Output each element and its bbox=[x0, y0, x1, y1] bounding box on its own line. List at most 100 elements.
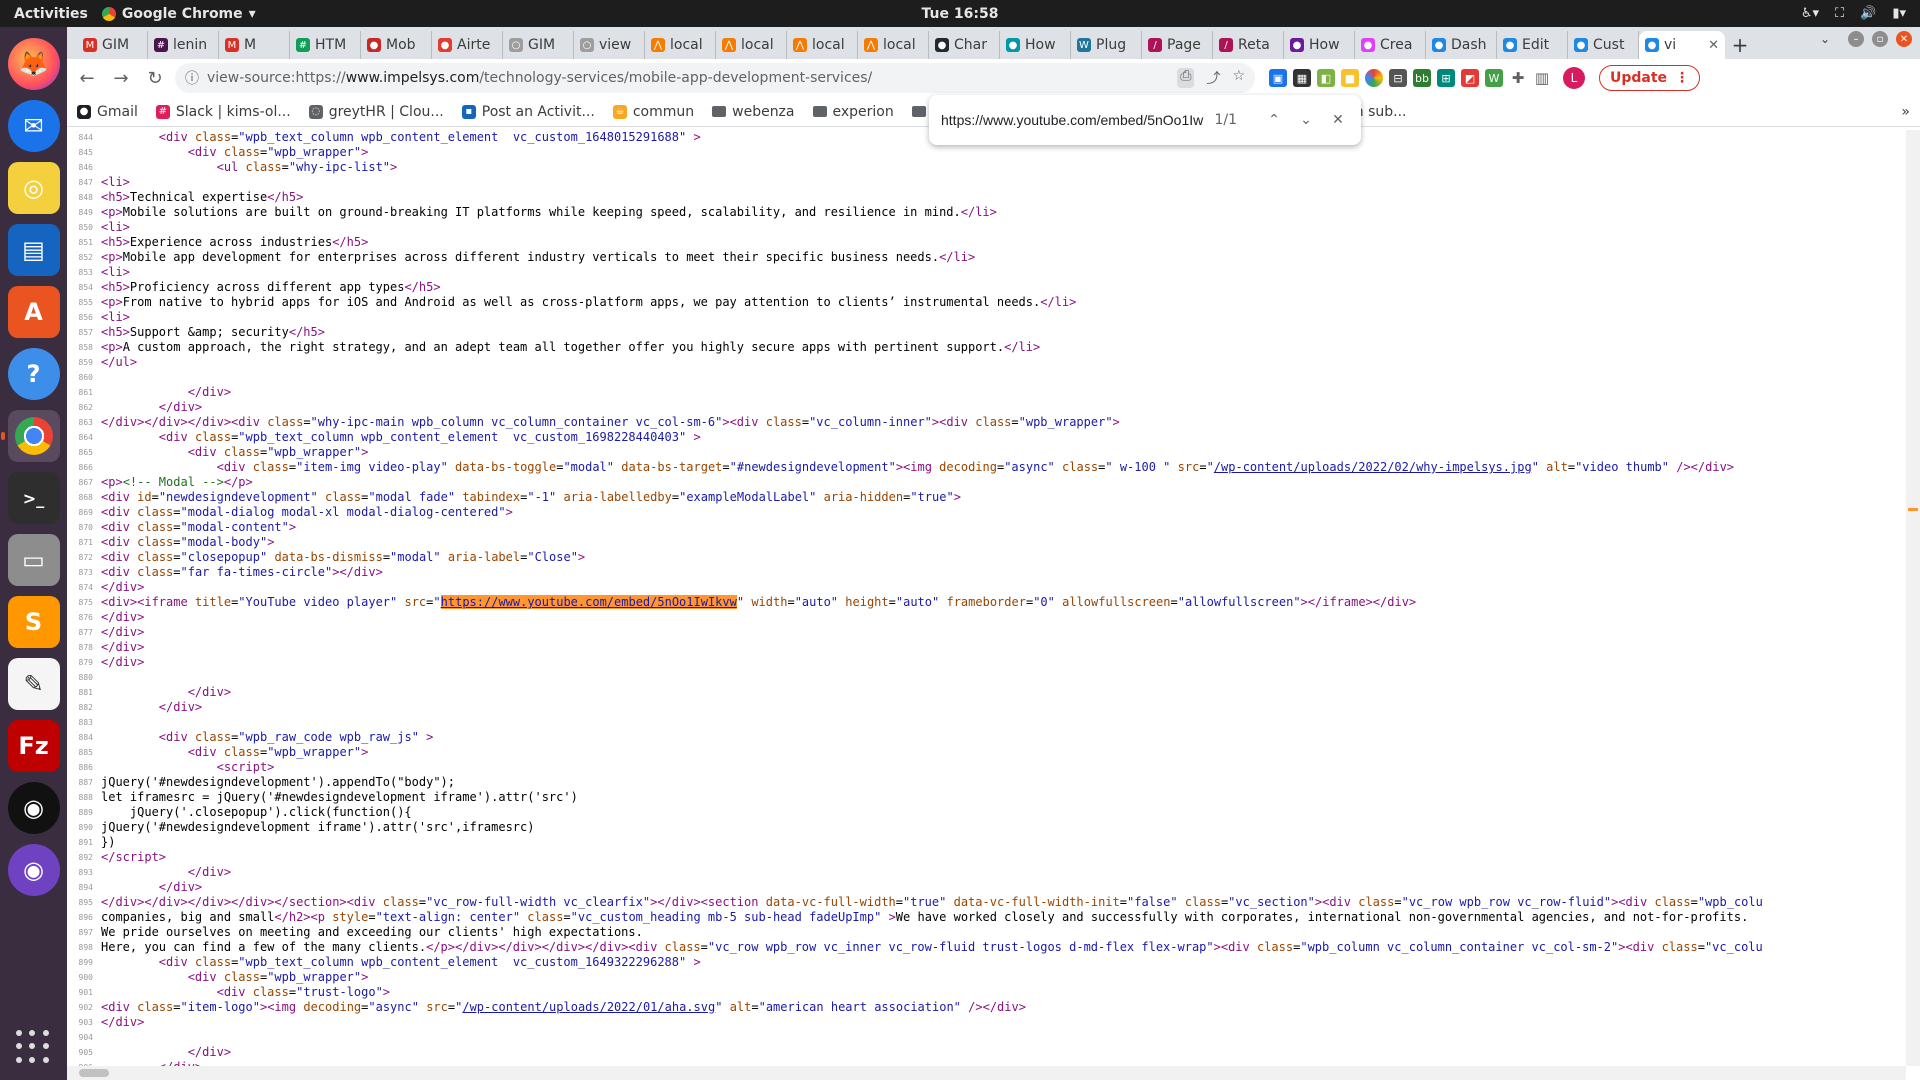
horizontal-scrollbar[interactable] bbox=[67, 1066, 1906, 1080]
tab[interactable]: ● How bbox=[1000, 31, 1071, 59]
tab[interactable]: ● Cust bbox=[1568, 31, 1639, 59]
bookmark-item[interactable]: ◌ greytHR | Clou... bbox=[308, 104, 444, 120]
bookmark-item[interactable]: webenza bbox=[712, 104, 795, 120]
extension-icon-6[interactable]: ⊟ bbox=[1389, 69, 1407, 87]
system-tray[interactable]: ♿▾ ⛶ 🔊 ▮▾ bbox=[1801, 6, 1906, 21]
extension-icon-4[interactable]: ■ bbox=[1341, 69, 1359, 87]
tab[interactable]: ● Mob bbox=[361, 31, 432, 59]
tab[interactable]: W Plug bbox=[1071, 31, 1142, 59]
extension-icon-5[interactable] bbox=[1365, 69, 1383, 87]
tab-close-icon[interactable]: ✕ bbox=[1708, 38, 1719, 53]
find-previous-button[interactable]: ⌃ bbox=[1263, 109, 1285, 131]
bookmark-item[interactable]: experion bbox=[812, 104, 894, 120]
forward-button[interactable]: → bbox=[107, 64, 135, 92]
back-button[interactable]: ← bbox=[73, 64, 101, 92]
show-applications-icon[interactable] bbox=[10, 1024, 56, 1070]
sublime-text-icon[interactable]: S bbox=[7, 596, 60, 648]
network-icon[interactable]: ⛶ bbox=[1835, 6, 1844, 21]
bookmark-item[interactable]: # Slack | kims-ol... bbox=[155, 104, 291, 120]
tab[interactable]: ● Airte bbox=[432, 31, 503, 59]
address-url[interactable]: view-source:https://www.impelsys.com/tec… bbox=[207, 70, 1169, 86]
find-input[interactable] bbox=[941, 112, 1205, 128]
tab[interactable]: ● Char bbox=[929, 31, 1000, 59]
bookmark-item[interactable]: ● Gmail bbox=[77, 104, 138, 120]
source-line: 879 </div> bbox=[67, 655, 1920, 670]
minimize-icon[interactable]: – bbox=[1848, 31, 1864, 47]
tab-active[interactable]: ● vi ✕ bbox=[1639, 31, 1725, 59]
tab[interactable]: ● Edit bbox=[1497, 31, 1568, 59]
line-number: 862 bbox=[78, 403, 93, 412]
extension-icon-3[interactable]: ◧ bbox=[1317, 69, 1335, 87]
tab[interactable]: ⋀ local bbox=[787, 31, 858, 59]
writer-icon[interactable]: ▤ bbox=[7, 224, 60, 276]
tab[interactable]: ⋀ local bbox=[716, 31, 787, 59]
tab[interactable]: / Page bbox=[1142, 31, 1213, 59]
extension-icon-8[interactable]: ⊞ bbox=[1437, 69, 1455, 87]
bookmark-item[interactable]: ▪ Post an Activit... bbox=[461, 104, 595, 120]
tab[interactable]: ● Dash bbox=[1426, 31, 1497, 59]
tab[interactable]: # HTM bbox=[290, 31, 361, 59]
bookmark-star-icon[interactable]: ☆ bbox=[1232, 68, 1245, 88]
battery-icon[interactable]: ▮▾ bbox=[1892, 6, 1906, 21]
github-desktop-icon[interactable]: ◉ bbox=[7, 844, 60, 896]
rhythmbox-icon[interactable]: ◎ bbox=[7, 162, 60, 214]
tab[interactable]: ⋀ local bbox=[645, 31, 716, 59]
line-code: <div class="trust-logo"> bbox=[216, 985, 391, 999]
vertical-scrollbar[interactable] bbox=[1906, 130, 1920, 1066]
help-icon[interactable]: ? bbox=[7, 348, 60, 400]
activities-button[interactable]: Activities bbox=[0, 6, 102, 22]
clock[interactable]: Tue 16:58 bbox=[922, 6, 999, 22]
app-menu[interactable]: Google Chrome ▾ bbox=[101, 6, 256, 22]
find-close-button[interactable]: ✕ bbox=[1327, 109, 1349, 131]
bookmarks-more-icon[interactable]: » bbox=[1901, 104, 1910, 120]
tab[interactable]: / Reta bbox=[1213, 31, 1284, 59]
site-info-icon[interactable]: ⓘ bbox=[185, 68, 199, 88]
reload-button[interactable]: ↻ bbox=[141, 64, 169, 92]
source-line: 851 <h5>Experience across industries</h5> bbox=[67, 235, 1920, 250]
line-code: </div> bbox=[158, 700, 203, 714]
line-number: 885 bbox=[78, 748, 93, 757]
close-window-icon[interactable]: ✕ bbox=[1896, 31, 1912, 47]
find-in-page-icon[interactable]: ⎙ bbox=[1177, 68, 1195, 88]
tab[interactable]: MM bbox=[219, 31, 290, 59]
update-button[interactable]: Update ⋮ bbox=[1599, 65, 1701, 91]
filezilla-icon[interactable]: Fz bbox=[7, 720, 60, 772]
profile-avatar[interactable]: L bbox=[1563, 67, 1585, 89]
tab[interactable]: ● How bbox=[1284, 31, 1355, 59]
tab-label: vi bbox=[1664, 37, 1677, 53]
chrome-dock-icon[interactable] bbox=[0, 410, 60, 462]
tab[interactable]: M GIM bbox=[77, 31, 148, 59]
extensions-puzzle-icon[interactable]: ✚ bbox=[1509, 69, 1527, 87]
source-line: 898 Here, you can find a few of the many … bbox=[67, 940, 1920, 955]
tab[interactable]: ○ view bbox=[574, 31, 645, 59]
thunderbird-icon[interactable]: ✉ bbox=[7, 100, 60, 152]
maximize-icon[interactable]: ▫ bbox=[1872, 31, 1888, 47]
software-center-icon[interactable]: A bbox=[7, 286, 60, 338]
extension-icon-7[interactable]: bb bbox=[1413, 69, 1431, 87]
share-icon[interactable]: ⤴ bbox=[1206, 68, 1220, 88]
extension-icon-10[interactable]: W bbox=[1485, 69, 1503, 87]
tab[interactable]: ⋀ local bbox=[858, 31, 929, 59]
files-icon[interactable]: ▭ bbox=[7, 534, 60, 586]
text-editor-icon[interactable]: ✎ bbox=[7, 658, 60, 710]
scrollbar-thumb[interactable] bbox=[79, 1069, 109, 1077]
find-next-button[interactable]: ⌄ bbox=[1295, 109, 1317, 131]
line-code: <p><!-- Modal --></p> bbox=[101, 475, 253, 489]
github-icon[interactable]: ◉ bbox=[7, 782, 60, 834]
extension-icon-9[interactable]: ◩ bbox=[1461, 69, 1479, 87]
extension-icon-1[interactable]: ▣ bbox=[1269, 69, 1287, 87]
side-panel-icon[interactable]: ▥ bbox=[1533, 69, 1551, 87]
extension-icon-2[interactable]: ▦ bbox=[1293, 69, 1311, 87]
accessibility-icon[interactable]: ♿▾ bbox=[1801, 6, 1819, 21]
tab-search-icon[interactable]: ⌄ bbox=[1820, 32, 1830, 46]
firefox-icon[interactable]: 🦊 bbox=[7, 38, 60, 90]
view-source-content[interactable]: 844 <div class="wpb_text_column wpb_cont… bbox=[67, 130, 1920, 1066]
address-bar[interactable]: ⓘ view-source:https://www.impelsys.com/t… bbox=[175, 63, 1255, 93]
terminal-icon[interactable]: >_ bbox=[7, 472, 60, 524]
bookmark-item[interactable]: ☕ commun bbox=[612, 104, 694, 120]
volume-icon[interactable]: 🔊 bbox=[1860, 6, 1876, 21]
new-tab-button[interactable]: + bbox=[1725, 31, 1755, 59]
tab[interactable]: ● Crea bbox=[1355, 31, 1426, 59]
tab[interactable]: ○ GIM bbox=[503, 31, 574, 59]
tab[interactable]: # lenin bbox=[148, 31, 219, 59]
